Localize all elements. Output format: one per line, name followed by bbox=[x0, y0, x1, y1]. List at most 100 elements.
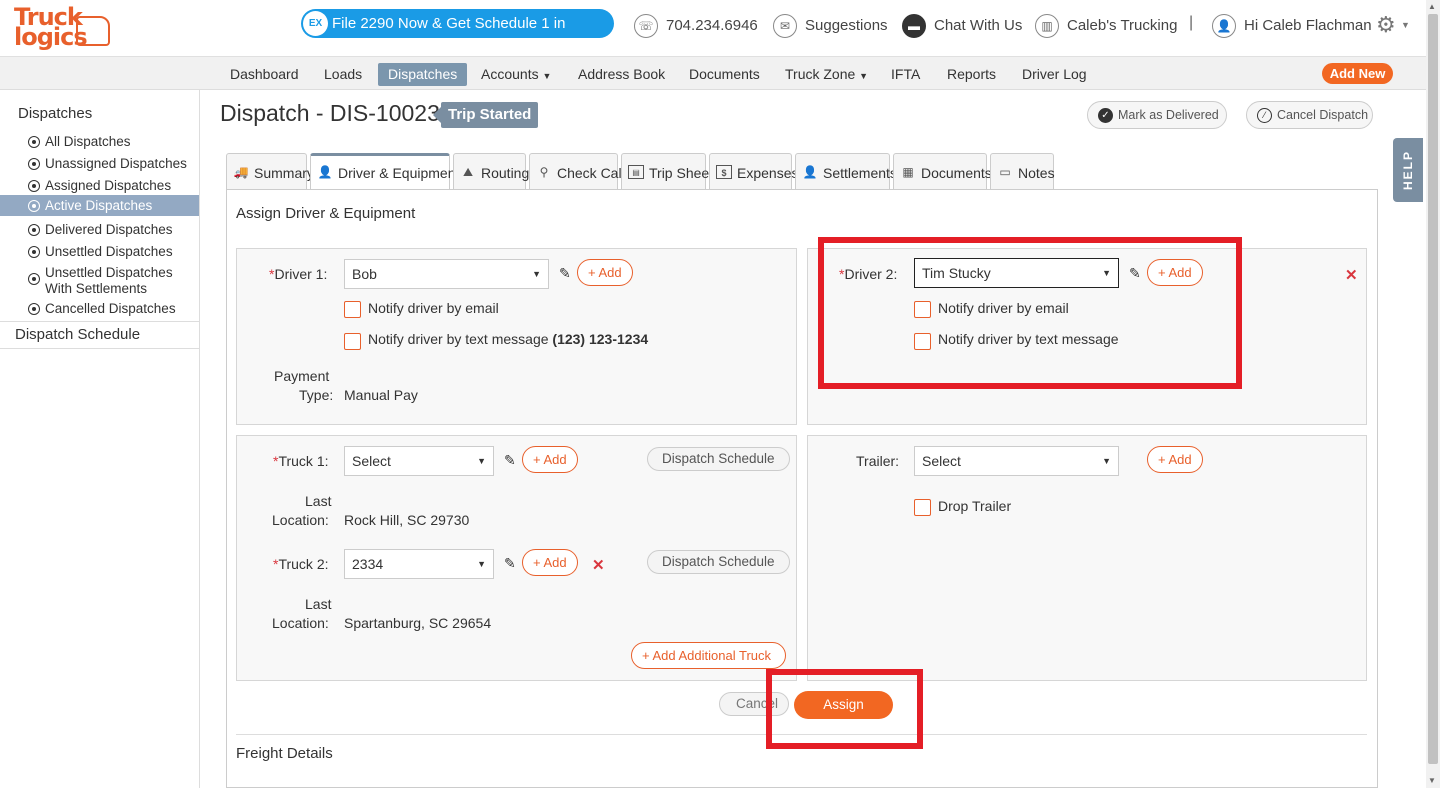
caret-down-icon: ▼ bbox=[477, 456, 486, 466]
notes-icon: ▭ bbox=[999, 165, 1011, 179]
driver1-phone: (123) 123-1234 bbox=[552, 331, 649, 347]
suggestions-link[interactable]: ✉ Suggestions bbox=[773, 13, 888, 39]
truck2-value: 2334 bbox=[352, 556, 384, 572]
user-avatar-icon: 👤 bbox=[1212, 14, 1236, 38]
phone-number: 704.234.6946 bbox=[666, 17, 758, 34]
trailer-select[interactable]: Select ▼ bbox=[914, 446, 1119, 476]
nav-address-book[interactable]: Address Book bbox=[568, 63, 675, 86]
user-menu[interactable]: 👤 Hi Caleb Flachman bbox=[1212, 13, 1372, 39]
nav-documents[interactable]: Documents bbox=[679, 63, 770, 86]
main-nav: Dashboard Loads Dispatches Accounts ▼ Ad… bbox=[0, 56, 1426, 90]
nav-ifta[interactable]: IFTA bbox=[881, 63, 930, 86]
tab-summary[interactable]: 🚚 Summary bbox=[226, 153, 314, 189]
sidebar-item-label: Cancelled Dispatches bbox=[45, 301, 176, 316]
caret-down-icon: ▼ bbox=[542, 71, 552, 81]
mark-as-delivered-button[interactable]: ✓ Mark as Delivered bbox=[1087, 101, 1227, 129]
payment-type-label-1: Payment bbox=[274, 368, 330, 384]
truck-icon: 🚚 bbox=[233, 165, 249, 179]
pencil-icon[interactable]: ✎ bbox=[559, 266, 571, 280]
gear-icon[interactable]: ⚙ bbox=[1376, 14, 1396, 36]
caret-down-icon: ▼ bbox=[477, 559, 486, 569]
sidebar-item-delivered-dispatches[interactable]: Delivered Dispatches bbox=[0, 219, 199, 241]
suggestions-label: Suggestions bbox=[805, 17, 888, 34]
pencil-icon[interactable]: ✎ bbox=[504, 453, 516, 467]
caret-down-icon: ▼ bbox=[1102, 456, 1111, 466]
scroll-up-arrow-icon[interactable]: ▲ bbox=[1428, 2, 1436, 11]
tab-routing[interactable]: ⛰ Routing bbox=[453, 153, 529, 189]
truck1-add-button[interactable]: + Add bbox=[522, 446, 578, 473]
help-tab[interactable]: HELP bbox=[1393, 138, 1423, 202]
chat-link[interactable]: ▬ Chat With Us bbox=[902, 13, 1022, 39]
truck2-last-label-2: Location: bbox=[272, 615, 329, 631]
circle-dot-icon bbox=[28, 180, 40, 192]
driver1-notify-text-checkbox[interactable] bbox=[344, 333, 361, 350]
sidebar-item-unsettled-with-settlements[interactable]: Unsettled Dispatches With Settlements bbox=[0, 263, 199, 299]
sidebar-item-unassigned-dispatches[interactable]: Unassigned Dispatches bbox=[0, 153, 199, 175]
cancel-dispatch-button[interactable]: ⁄ Cancel Dispatch bbox=[1246, 101, 1373, 129]
sidebar-item-active-dispatches[interactable]: Active Dispatches bbox=[0, 195, 199, 216]
tab-label: Documents bbox=[921, 165, 992, 181]
chevron-down-icon[interactable]: ▼ bbox=[1401, 20, 1410, 30]
drop-trailer-checkbox[interactable] bbox=[914, 499, 931, 516]
pencil-icon[interactable]: ✎ bbox=[504, 556, 516, 570]
nav-dashboard[interactable]: Dashboard bbox=[220, 63, 309, 86]
remove-truck2-icon[interactable]: ✕ bbox=[592, 558, 605, 573]
sidebar-dispatch-schedule[interactable]: Dispatch Schedule bbox=[0, 321, 199, 349]
truck2-add-button[interactable]: + Add bbox=[522, 549, 578, 576]
tab-documents[interactable]: ▦ Documents bbox=[893, 153, 992, 189]
driver1-notify-email-checkbox[interactable] bbox=[344, 301, 361, 318]
tab-label: Settlements bbox=[823, 165, 897, 181]
add-new-button[interactable]: Add New bbox=[1322, 63, 1393, 84]
check-circle-icon: ✓ bbox=[1098, 108, 1113, 123]
nav-driver-log[interactable]: Driver Log bbox=[1012, 63, 1097, 86]
tab-expenses[interactable]: $ Expenses bbox=[709, 153, 798, 189]
truck2-select[interactable]: 2334 ▼ bbox=[344, 549, 494, 579]
nav-loads[interactable]: Loads bbox=[314, 63, 372, 86]
nav-accounts[interactable]: Accounts ▼ bbox=[471, 63, 561, 86]
phone-link[interactable]: ☏ 704.234.6946 bbox=[634, 13, 758, 39]
help-label: HELP bbox=[1401, 149, 1415, 190]
trailer-add-button[interactable]: + Add bbox=[1147, 446, 1203, 473]
tab-check-call[interactable]: ⚲ Check Call bbox=[529, 153, 625, 189]
truck1-last-label-2: Location: bbox=[272, 512, 329, 528]
sidebar-item-label: Unassigned Dispatches bbox=[45, 156, 187, 171]
top-header: Truck logics EX File 2290 Now & Get Sche… bbox=[0, 0, 1440, 61]
sidebar-heading-dispatches[interactable]: Dispatches bbox=[0, 102, 199, 126]
remove-driver2-icon[interactable]: ✕ bbox=[1345, 268, 1358, 283]
nav-truck-zone[interactable]: Truck Zone ▼ bbox=[775, 63, 878, 86]
nav-dispatches[interactable]: Dispatches bbox=[378, 63, 468, 86]
scrollbar-thumb[interactable] bbox=[1428, 14, 1438, 764]
truck1-label: *Truck 1: bbox=[273, 453, 329, 469]
tab-driver-equipment[interactable]: 👤 Driver & Equipment bbox=[310, 153, 459, 190]
nav-reports[interactable]: Reports bbox=[937, 63, 1006, 86]
tab-label: Summary bbox=[254, 165, 314, 181]
sidebar-item-label: Unsettled Dispatches bbox=[45, 244, 173, 259]
payment-type-value: Manual Pay bbox=[344, 387, 418, 403]
sidebar-item-assigned-dispatches[interactable]: Assigned Dispatches bbox=[0, 175, 199, 197]
sidebar-item-unsettled-dispatches[interactable]: Unsettled Dispatches bbox=[0, 241, 199, 263]
truck1-value: Select bbox=[352, 453, 391, 469]
truck2-dispatch-schedule-button[interactable]: Dispatch Schedule bbox=[647, 550, 790, 574]
truck1-select[interactable]: Select ▼ bbox=[344, 446, 494, 476]
sidebar-item-cancelled-dispatches[interactable]: Cancelled Dispatches bbox=[0, 301, 199, 323]
circle-dot-icon bbox=[28, 273, 40, 285]
map-marker-icon: ⚲ bbox=[539, 165, 549, 179]
truck-logics-logo[interactable]: Truck logics bbox=[14, 5, 114, 52]
tab-settlements[interactable]: 👤 Settlements bbox=[795, 153, 897, 189]
driver1-select[interactable]: Bob ▼ bbox=[344, 259, 549, 289]
tab-notes[interactable]: ▭ Notes bbox=[990, 153, 1055, 189]
promo-banner-2290[interactable]: EX File 2290 Now & Get Schedule 1 in Min… bbox=[301, 9, 614, 61]
sidebar-item-all-dispatches[interactable]: All Dispatches bbox=[0, 131, 199, 153]
scroll-down-arrow-icon[interactable]: ▼ bbox=[1428, 776, 1436, 785]
truck1-dispatch-schedule-button[interactable]: Dispatch Schedule bbox=[647, 447, 790, 471]
driver1-add-button[interactable]: + Add bbox=[577, 259, 633, 286]
driver1-label: *Driver 1: bbox=[269, 266, 328, 282]
tab-trip-sheet[interactable]: ▤ Trip Sheet bbox=[621, 153, 713, 189]
driver-gear-icon: 👤 bbox=[317, 165, 333, 179]
sidebar-item-label: Delivered Dispatches bbox=[45, 222, 173, 237]
payment-type-label-2: Type: bbox=[299, 387, 334, 403]
add-additional-truck-button[interactable]: + Add Additional Truck bbox=[631, 642, 786, 669]
user-money-icon: 👤 bbox=[802, 165, 818, 179]
company-link[interactable]: ▥ Caleb's Trucking bbox=[1035, 13, 1177, 39]
sidebar-item-label: Unsettled Dispatches With Settlements bbox=[45, 265, 173, 296]
